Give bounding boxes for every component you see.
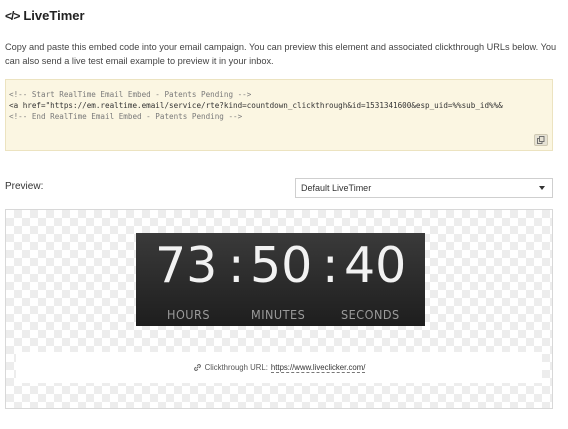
copy-icon: [537, 136, 545, 144]
link-icon: [193, 364, 201, 371]
preview-area: 73 : 50 : 40 HOURS MINUTES SECONDS Click…: [5, 209, 553, 409]
timer-select-value: Default LiveTimer: [301, 183, 372, 193]
embed-code-line-1: <!-- Start RealTime Email Embed - Patent…: [9, 90, 252, 99]
countdown-timer[interactable]: 73 : 50 : 40 HOURS MINUTES SECONDS: [136, 233, 425, 326]
timer-seconds-label: SECONDS: [341, 307, 400, 322]
timer-hours-label: HOURS: [167, 307, 210, 322]
timer-separator: :: [322, 237, 339, 294]
timer-separator: :: [228, 237, 245, 294]
code-icon: </>: [5, 8, 20, 23]
timer-minutes-label: MINUTES: [251, 307, 306, 322]
page-title-text: LiveTimer: [23, 8, 85, 23]
intro-text: Copy and paste this embed code into your…: [5, 42, 557, 66]
clickthrough-bar: Clickthrough URL: https://www.liveclicke…: [16, 352, 542, 383]
timer-seconds: 40: [344, 237, 407, 294]
copy-button[interactable]: [534, 134, 548, 146]
page-title: </> LiveTimer: [5, 8, 85, 23]
embed-code-line-2: <a href="https://em.realtime.email/servi…: [9, 101, 503, 110]
preview-label: Preview:: [5, 181, 44, 192]
timer-minutes: 50: [250, 237, 313, 294]
clickthrough-label: Clickthrough URL:: [204, 363, 268, 372]
clickthrough-url-link[interactable]: https://www.liveclicker.com/: [270, 363, 366, 373]
chevron-down-icon: [539, 186, 545, 190]
timer-select[interactable]: Default LiveTimer: [295, 178, 553, 198]
embed-code-line-3: <!-- End RealTime Email Embed - Patents …: [9, 112, 243, 121]
embed-code-box[interactable]: <!-- Start RealTime Email Embed - Patent…: [5, 79, 553, 151]
timer-hours: 73: [155, 237, 218, 294]
